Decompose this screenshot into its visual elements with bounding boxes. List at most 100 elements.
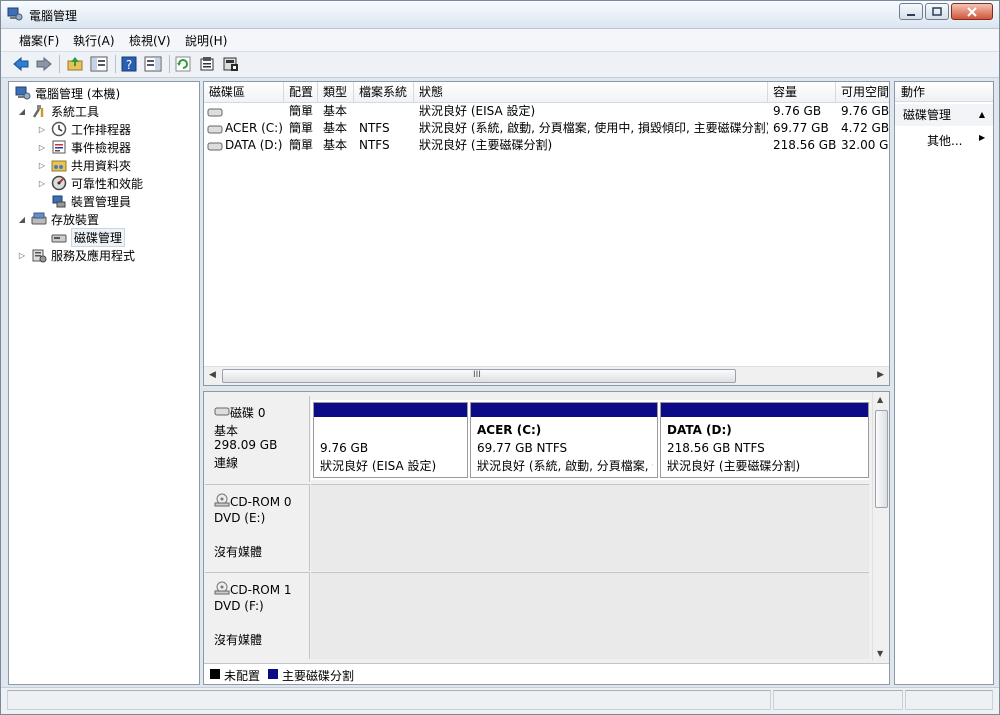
tree-item-event-viewer[interactable]: ▷ 事件檢視器 [37,138,131,156]
collapsed-arrow-icon[interactable]: ▷ [37,143,47,152]
cell-type: 基本 [323,138,348,152]
cd-drive-icon [214,493,230,510]
scroll-right-arrow-icon[interactable]: ▶ [877,370,884,380]
volume-list: 磁碟區 配置 類型 檔案系統 狀態 容量 可用空間 簡單 基本 狀況良好 (EI… [203,81,890,386]
cell-type: 基本 [323,121,348,135]
collapsed-arrow-icon[interactable]: ▷ [37,125,47,134]
title-bar[interactable]: 電腦管理 [1,1,999,29]
actions-header: 動作 [895,82,993,102]
tree-item-task-scheduler[interactable]: ▷ 工作排程器 [37,120,131,138]
menu-bar: 檔案(F) 執行(A) 檢視(V) 說明(H) [1,29,999,52]
disk-settings-icon[interactable] [221,54,241,74]
column-header-capacity[interactable]: 容量 [768,82,836,102]
properties-icon[interactable] [197,54,217,74]
scroll-up-arrow-icon[interactable]: ▲ [877,395,883,404]
column-header-volume[interactable]: 磁碟區 [204,82,284,102]
disk-size: 298.09 GB [214,438,278,452]
tree-item-label: 存放裝置 [51,212,100,227]
cell-layout: 簡單 [289,104,314,118]
column-header-status[interactable]: 狀態 [414,82,768,102]
collapse-arrow-icon[interactable]: ▲ [979,104,985,126]
tree-item-label: 服務及應用程式 [51,248,136,263]
partition-data-d[interactable]: DATA (D:) 218.56 GB NTFS 狀況良好 (主要磁碟分割) [660,402,869,478]
table-row[interactable]: ACER (C:) 簡單 基本 NTFS 狀況良好 (系統, 啟動, 分頁檔案,… [204,120,889,137]
tree-item-label: 系統工具 [51,104,100,119]
actions-section-disk-management[interactable]: 磁碟管理 ▲ [895,104,993,126]
computer-management-icon [15,85,31,101]
cdrom-1-label[interactable]: CD-ROM 1 DVD (F:) 沒有媒體 [205,572,310,659]
cell-filesystem: NTFS [359,138,390,152]
tree-item-disk-management[interactable]: 磁碟管理 [47,227,126,247]
partition-line1: 9.76 GB [320,441,369,455]
show-hide-tree-icon[interactable] [89,54,109,74]
action-pane: 動作 磁碟管理 ▲ 其他... ▶ [894,81,994,685]
back-icon[interactable] [11,54,31,74]
forward-icon[interactable] [34,54,54,74]
table-row[interactable]: DATA (D:) 簡單 基本 NTFS 狀況良好 (主要磁碟分割) 218.5… [204,137,890,154]
tree-item-shared-folders[interactable]: ▷ 共用資料夾 [37,156,131,174]
disk-0-label[interactable]: 磁碟 0 基本 298.09 GB 連線 [205,396,310,482]
cd-drive-icon [214,581,230,598]
table-row[interactable]: 簡單 基本 狀況良好 (EISA 設定) 9.76 GB 9.76 GB [204,103,889,120]
scroll-left-arrow-icon[interactable]: ◀ [209,370,216,380]
cell-volume: DATA (D:) [225,138,283,152]
maximize-button[interactable] [925,3,949,20]
column-header-filesystem[interactable]: 檔案系統 [354,82,414,102]
expanded-arrow-icon[interactable]: ◢ [17,215,27,224]
menu-file[interactable]: 檔案(F) [19,32,59,49]
column-header-type[interactable]: 類型 [318,82,354,102]
column-header-layout[interactable]: 配置 [284,82,318,102]
menu-view[interactable]: 檢視(V) [129,32,171,49]
cell-free-space: 32.00 GI [841,138,890,152]
disk-name: 磁碟 0 [230,406,266,420]
tree-item-services-apps[interactable]: ▷ 服務及應用程式 [17,246,135,264]
partition-color-bar [314,403,467,417]
partition-title: DATA (D:) [667,423,732,437]
cell-capacity: 218.56 GB [773,138,836,152]
scroll-down-arrow-icon[interactable]: ▼ [877,649,883,658]
menu-help[interactable]: 說明(H) [185,32,227,49]
vertical-scroll-thumb[interactable] [875,410,888,508]
computer-management-window: 電腦管理 檔案(F) 執行(A) 檢視(V) 說明(H) ? 電腦管理 (本機) [0,0,1000,715]
disk-media: 沒有媒體 [214,633,263,647]
horizontal-scroll-thumb[interactable]: III [222,369,736,383]
partition-title: ACER (C:) [477,423,542,437]
cell-status: 狀況良好 (系統, 啟動, 分頁檔案, 使用中, 損毀傾印, 主要磁碟分割) [419,121,768,135]
collapsed-arrow-icon[interactable]: ▷ [17,251,27,260]
close-button[interactable] [951,3,993,20]
column-header-free-space[interactable]: 可用空間 [836,82,889,102]
tree-item-label: 工作排程器 [71,122,132,137]
disk-0-partitions: 9.76 GB 狀況良好 (EISA 設定) ACER (C:) 69.77 G… [311,400,869,480]
collapsed-arrow-icon[interactable]: ▷ [37,179,47,188]
expanded-arrow-icon[interactable]: ◢ [17,107,27,116]
storage-icon [31,211,47,227]
partition-eisa[interactable]: 9.76 GB 狀況良好 (EISA 設定) [313,402,468,478]
tree-root[interactable]: 電腦管理 (本機) [11,84,120,102]
help-icon[interactable]: ? [119,54,139,74]
tree-item-system-tools[interactable]: ◢ 系統工具 [17,102,99,120]
show-hide-action-pane-icon[interactable] [143,54,163,74]
cdrom-0-area[interactable] [311,484,869,571]
partition-color-bar [471,403,657,417]
actions-more[interactable]: 其他... ▶ [927,132,985,149]
collapsed-arrow-icon[interactable]: ▷ [37,161,47,170]
up-folder-icon[interactable] [65,54,85,74]
minimize-button[interactable] [899,3,923,20]
tree-item-label: 磁碟管理 [71,227,126,247]
partition-acer-c[interactable]: ACER (C:) 69.77 GB NTFS 狀況良好 (系統, 啟動, 分頁… [470,402,658,478]
menu-action[interactable]: 執行(A) [73,32,115,49]
tree-item-reliability-performance[interactable]: ▷ 可靠性和效能 [37,174,143,192]
tree-item-device-manager[interactable]: 裝置管理員 [47,192,131,210]
window-title: 電腦管理 [29,9,78,23]
vertical-scrollbar[interactable]: ▲ ▼ [872,392,889,661]
cell-volume [220,103,284,120]
cell-status: 狀況良好 (主要磁碟分割) [419,138,553,152]
cdrom-1-area[interactable] [311,572,869,659]
cell-capacity: 9.76 GB [773,104,822,118]
tree-item-storage[interactable]: ◢ 存放裝置 [17,210,99,228]
horizontal-scrollbar[interactable]: ◀ III ▶ [204,366,889,385]
partition-line2: 狀況良好 (EISA 設定) [320,459,437,473]
cdrom-0-label[interactable]: CD-ROM 0 DVD (E:) 沒有媒體 [205,484,310,571]
refresh-icon[interactable] [173,54,193,74]
toolbar: ? [1,52,999,78]
